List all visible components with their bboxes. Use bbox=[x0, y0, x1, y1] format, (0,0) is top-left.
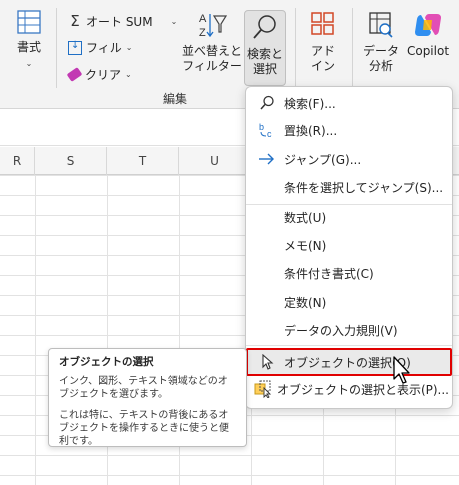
ribbon-separator bbox=[295, 8, 296, 88]
tooltip-title: オブジェクトの選択 bbox=[59, 356, 154, 368]
copilot-icon bbox=[415, 14, 441, 36]
editing-group-label: 編集 bbox=[162, 92, 187, 106]
format-label: 書式 bbox=[16, 40, 41, 54]
menu-item-find[interactable]: 検索(F)... bbox=[250, 91, 449, 115]
menu-item-goto-special[interactable]: 条件を選択してジャンプ(S)... bbox=[250, 175, 449, 199]
column-header-t[interactable]: T bbox=[107, 147, 179, 175]
replace-icon: bc bbox=[250, 121, 284, 139]
addins-label-2: イン bbox=[310, 59, 335, 73]
clear-button[interactable]: クリア ⌄ bbox=[66, 66, 132, 83]
selection-pane-icon bbox=[250, 380, 277, 398]
data-analysis-label-1: データ bbox=[362, 44, 399, 58]
chevron-down-icon: ⌄ bbox=[125, 43, 133, 52]
chevron-down-icon: ⌄ bbox=[125, 70, 132, 79]
fill-down-icon: ↓ bbox=[68, 40, 82, 55]
sort-filter-label-2: フィルター bbox=[182, 59, 242, 73]
menu-item-label: 条件付き書式(C) bbox=[284, 266, 374, 281]
menu-item-label: 条件を選択してジャンプ(S)... bbox=[284, 180, 444, 195]
format-icon bbox=[17, 10, 41, 34]
addins-label-1: アド bbox=[310, 44, 335, 58]
column-header-r[interactable]: R bbox=[0, 147, 35, 175]
menu-item-label: 置換(R)... bbox=[284, 123, 338, 138]
clear-label: クリア bbox=[85, 68, 122, 82]
menu-item-label: 数式(U) bbox=[284, 210, 327, 225]
search-icon bbox=[250, 95, 284, 111]
magnifier-icon bbox=[253, 15, 276, 39]
menu-item-label: 定数(N) bbox=[284, 295, 327, 310]
find-select-button[interactable]: 検索と 選択 bbox=[244, 10, 286, 86]
menu-item-selection-pane[interactable]: オブジェクトの選択と表示(P)... bbox=[250, 377, 449, 401]
chevron-down-icon[interactable]: ⌄ bbox=[171, 17, 178, 26]
eraser-icon bbox=[66, 67, 83, 82]
autosum-label: オート SUM bbox=[86, 14, 153, 29]
svg-text:b: b bbox=[259, 122, 264, 132]
autosum-button[interactable]: Σ オート SUM ⌄ bbox=[68, 12, 177, 30]
menu-item-select-objects[interactable]: オブジェクトの選択(O) bbox=[250, 350, 449, 374]
copilot-button[interactable]: Copilot bbox=[403, 10, 453, 59]
fill-button[interactable]: ↓ フィル ⌄ bbox=[68, 39, 132, 56]
chevron-down-icon: ⌄ bbox=[25, 59, 33, 68]
column-header-s[interactable]: S bbox=[35, 147, 107, 175]
menu-item-goto[interactable]: ジャンプ(G)... bbox=[250, 147, 449, 171]
find-select-label-2: 選択 bbox=[252, 62, 277, 76]
copilot-label: Copilot bbox=[406, 44, 450, 58]
addins-icon bbox=[311, 12, 334, 35]
arrow-right-icon bbox=[250, 153, 284, 165]
sort-filter-icon: A Z bbox=[199, 13, 228, 39]
tooltip-description: インク、図形、テキスト領域などのオブジェクトを選びます。 bbox=[59, 376, 228, 400]
svg-text:Z: Z bbox=[199, 27, 206, 39]
menu-item-notes[interactable]: メモ(N) bbox=[250, 233, 449, 257]
format-button[interactable]: 書式 ⌄ bbox=[8, 8, 50, 71]
sigma-icon: Σ bbox=[70, 12, 80, 30]
menu-item-label: ジャンプ(G)... bbox=[284, 152, 362, 167]
column-header-u[interactable]: U bbox=[179, 147, 251, 175]
find-select-menu: 検索(F)... bc 置換(R)... ジャンプ(G)... 条件を選択してジ… bbox=[245, 86, 453, 409]
fill-label: フィル bbox=[86, 41, 122, 55]
addins-button[interactable]: アド イン bbox=[302, 10, 344, 74]
select-objects-icon bbox=[250, 354, 284, 370]
menu-item-label: メモ(N) bbox=[284, 238, 327, 253]
menu-item-label: 検索(F)... bbox=[284, 96, 336, 111]
menu-item-label: オブジェクトの選択と表示(P)... bbox=[276, 382, 449, 397]
menu-item-conditional-formatting[interactable]: 条件付き書式(C) bbox=[250, 261, 449, 285]
menu-item-constants[interactable]: 定数(N) bbox=[250, 290, 449, 314]
data-analysis-label-2: 分析 bbox=[368, 59, 393, 73]
sort-filter-button[interactable]: A Z 並べ替えと フィルター bbox=[180, 10, 244, 74]
data-analysis-button[interactable]: データ 分析 bbox=[360, 10, 402, 74]
menu-item-data-validation[interactable]: データの入力規則(V) bbox=[250, 318, 449, 342]
tooltip-note: これは特に、テキストの背後にあるオブジェクトを操作するときに使うと便利です。 bbox=[59, 410, 229, 447]
data-analysis-icon bbox=[369, 12, 393, 38]
menu-item-label: データの入力規則(V) bbox=[284, 323, 398, 338]
mouse-cursor-icon bbox=[393, 356, 410, 384]
tooltip: オブジェクトの選択 インク、図形、テキスト領域などのオブジェクトを選びます。 こ… bbox=[48, 348, 247, 447]
ribbon-separator bbox=[352, 8, 353, 88]
ribbon-separator bbox=[56, 8, 57, 88]
menu-item-replace[interactable]: bc 置換(R)... bbox=[250, 118, 449, 142]
find-select-label-1: 検索と bbox=[246, 47, 283, 61]
menu-item-formulas[interactable]: 数式(U) bbox=[250, 205, 449, 229]
menu-divider bbox=[246, 345, 452, 346]
svg-text:c: c bbox=[267, 129, 272, 139]
svg-text:A: A bbox=[199, 13, 207, 25]
sort-filter-label-1: 並べ替えと bbox=[181, 44, 242, 58]
